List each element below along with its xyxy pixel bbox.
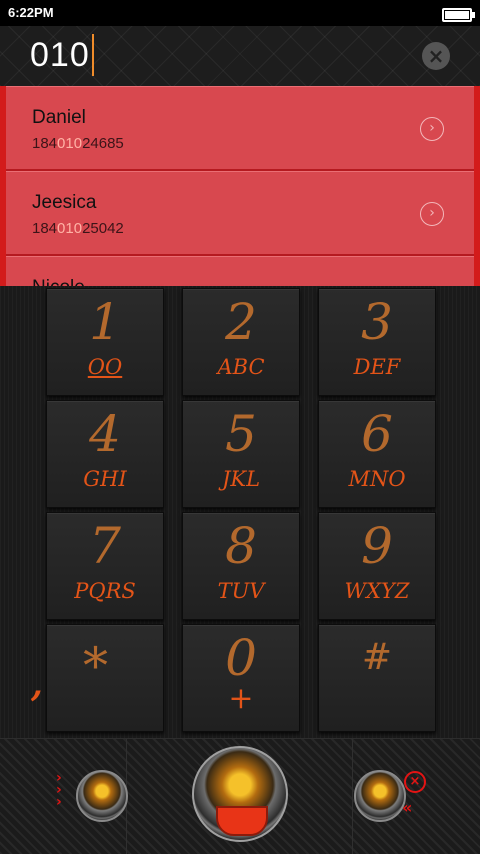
key-5[interactable]: 5 JKL	[182, 400, 300, 508]
key-digit: 6	[361, 405, 393, 463]
key-9[interactable]: 9 WXYZ	[318, 512, 436, 620]
dragon-logo-icon[interactable]	[354, 770, 406, 822]
keypad: 1 OO 2 ABC 3 DEF 4 GHI 5 JKL 6 MNO 7 PQR…	[0, 286, 480, 738]
key-4[interactable]: 4 GHI	[46, 400, 164, 508]
key-1[interactable]: 1 OO	[46, 288, 164, 396]
dial-call-icon	[216, 806, 268, 836]
result-item-jeesica[interactable]: Jeesica 18401025042 ›	[6, 171, 474, 256]
key-letters: +	[228, 681, 254, 716]
contact-name: Daniel	[32, 107, 86, 128]
contact-number: 18401024685	[32, 135, 124, 152]
key-0[interactable]: 0 +	[182, 624, 300, 732]
key-3[interactable]: 3 DEF	[318, 288, 436, 396]
key-digit: 2	[225, 293, 257, 351]
key-letters: MNO	[348, 467, 406, 491]
search-results-list: Daniel 18401024685 › Jeesica 18401025042…	[0, 86, 480, 286]
red-x-icon[interactable]: ×	[404, 771, 426, 793]
result-item-nicole[interactable]: Nicole ›	[6, 256, 474, 286]
key-letters: ABC	[217, 355, 265, 379]
key-letters: TUV	[217, 579, 265, 603]
key-digit: #	[361, 637, 393, 678]
number-suffix: 25042	[82, 220, 124, 237]
key-digit: 0	[225, 629, 257, 687]
key-hash[interactable]: #	[318, 624, 436, 732]
key-letters: WXYZ	[344, 579, 410, 603]
status-time: 6:22PM	[8, 5, 54, 20]
battery-icon	[442, 8, 475, 22]
key-letters: PQRS	[74, 579, 136, 603]
key-7[interactable]: 7 PQRS	[46, 512, 164, 620]
key-8[interactable]: 8 TUV	[182, 512, 300, 620]
number-prefix: 184	[32, 135, 58, 152]
contact-number: 18401025042	[32, 220, 124, 237]
contact-name: Nicole	[32, 277, 85, 286]
dial-call-button[interactable]	[192, 746, 288, 842]
clear-icon[interactable]: ×	[422, 42, 450, 70]
dial-bar: 010 ×	[0, 26, 480, 86]
key-digit: 5	[225, 405, 257, 463]
key-digit: 7	[89, 517, 121, 575]
text-cursor	[91, 34, 94, 76]
key-letters: JKL	[221, 467, 261, 491]
contact-name: Jeesica	[32, 192, 97, 213]
red-chevrons-icon[interactable]: › › ›	[56, 771, 62, 809]
key-digit: *	[83, 637, 108, 695]
key-digit: 9	[361, 517, 393, 575]
number-match: 010	[57, 135, 83, 152]
key-letters: GHI	[83, 467, 127, 491]
dial-input[interactable]: 010	[30, 34, 94, 76]
number-match: 010	[57, 220, 83, 237]
chevron-right-icon[interactable]: ›	[420, 202, 444, 226]
red-back-icon[interactable]: «	[402, 798, 412, 817]
voicemail-icon: OO	[87, 355, 123, 379]
dial-input-value: 010	[30, 35, 90, 74]
key-digit: 1	[89, 293, 121, 351]
key-digit: 8	[225, 517, 257, 575]
result-item-daniel[interactable]: Daniel 18401024685 ›	[6, 86, 474, 171]
key-letters: ,	[31, 665, 43, 705]
key-2[interactable]: 2 ABC	[182, 288, 300, 396]
key-letters: DEF	[353, 355, 401, 379]
key-digit: 4	[89, 405, 121, 463]
key-digit: 3	[361, 293, 393, 351]
chevron-right-icon[interactable]: ›	[420, 117, 444, 141]
number-prefix: 184	[32, 220, 58, 237]
number-suffix: 24685	[82, 135, 124, 152]
status-bar: 6:22PM	[0, 0, 480, 26]
key-star[interactable]: * ,	[31, 624, 164, 732]
dragon-logo-icon[interactable]	[76, 770, 128, 822]
key-6[interactable]: 6 MNO	[318, 400, 436, 508]
